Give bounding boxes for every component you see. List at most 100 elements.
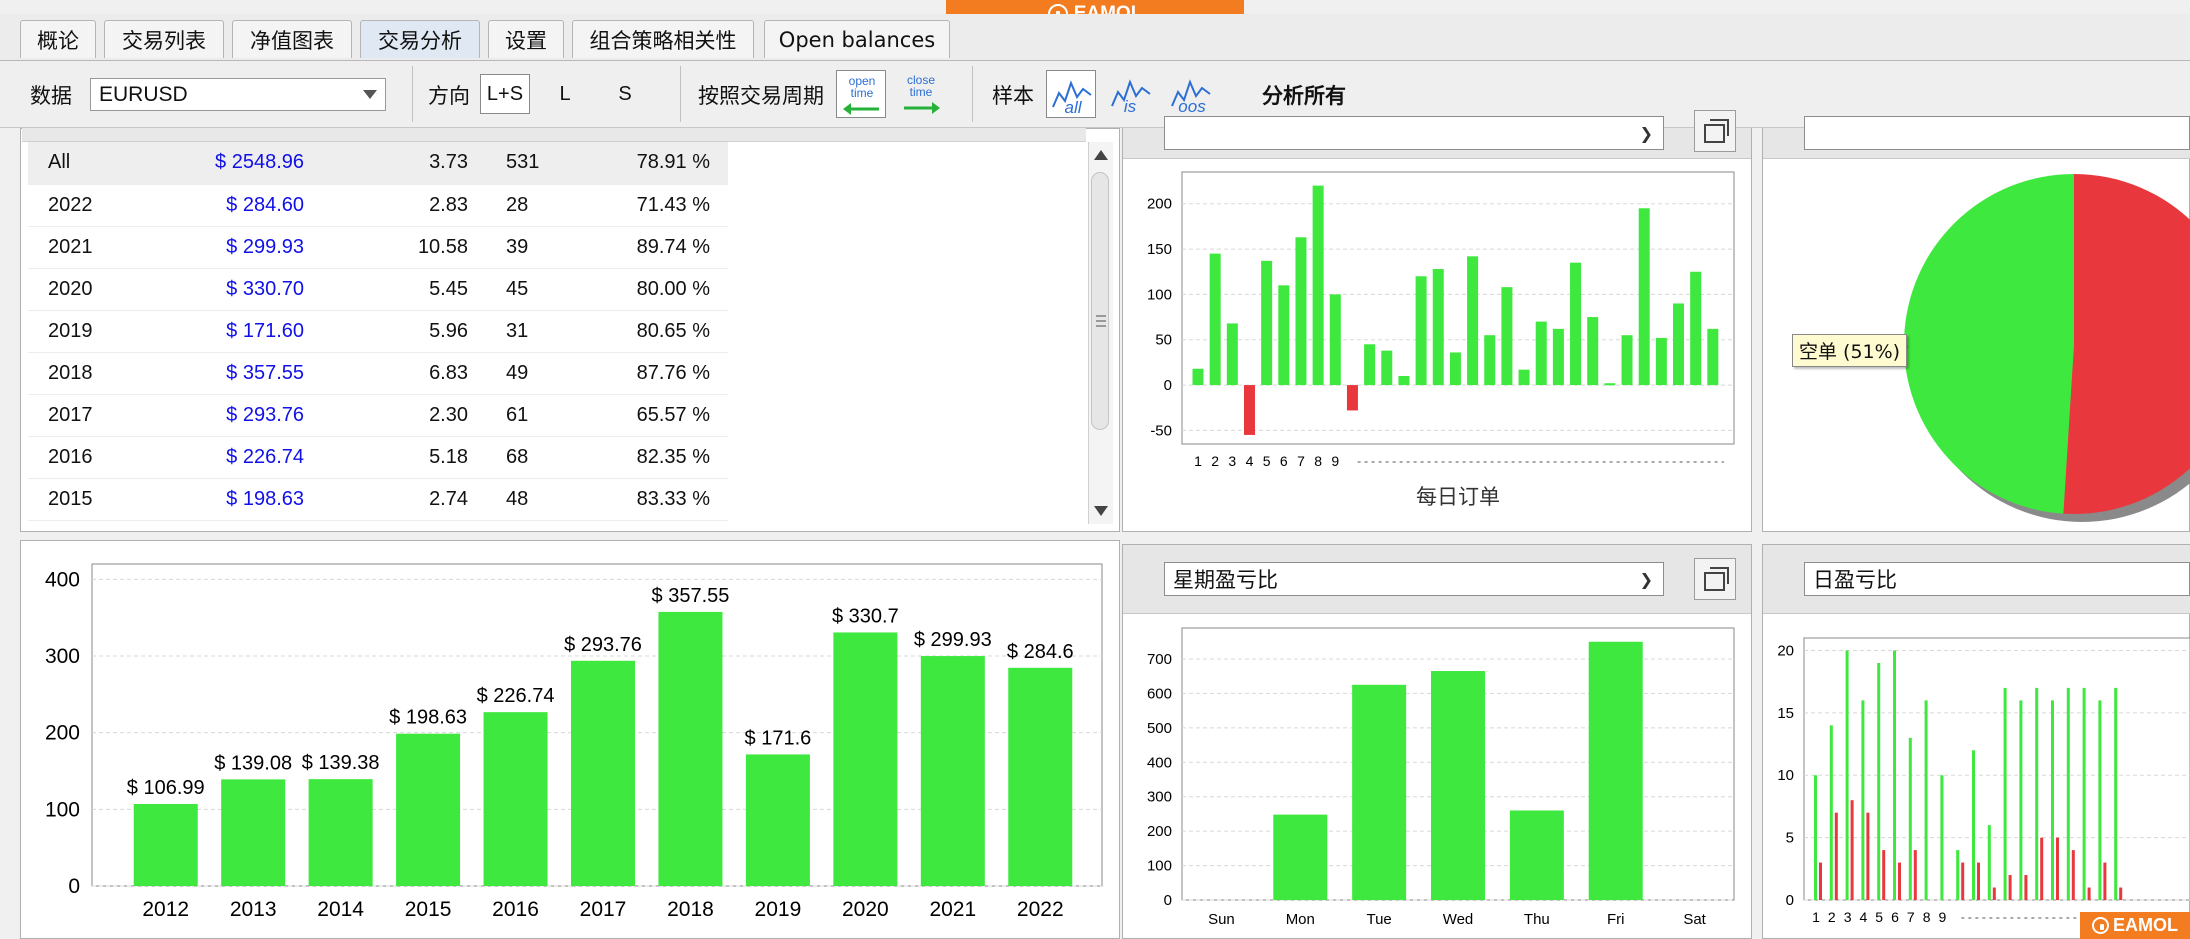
chevron-down-icon: ❯: [1639, 124, 1653, 143]
tab-open-balances[interactable]: Open balances: [764, 20, 950, 58]
table-row[interactable]: 2017 $ 293.76 2.30 61 65.57 %: [28, 394, 728, 437]
y-tick-label: 200: [1147, 196, 1172, 213]
win-bar: [1987, 825, 1991, 900]
weekday-pl-select[interactable]: 星期盈亏比 ❯: [1164, 562, 1664, 596]
loss-bar: [2087, 887, 2091, 900]
tab-trade-analysis[interactable]: 交易分析: [360, 20, 480, 58]
trades-cell: 531: [468, 142, 588, 185]
bar: [1398, 376, 1410, 386]
table-scrollbar[interactable]: [1088, 142, 1113, 524]
win-rate-cell: 83.33 %: [588, 478, 728, 521]
win-bar: [1956, 850, 1960, 900]
bar: [1707, 328, 1719, 386]
popout-window-icon[interactable]: [1694, 110, 1736, 152]
analyze-all-button[interactable]: 分析所有: [1262, 80, 1346, 110]
year-cell: All: [28, 142, 148, 185]
close-time-button[interactable]: close time: [896, 70, 946, 118]
y-tick-label: -50: [1150, 422, 1172, 439]
x-tick-label: 5: [1875, 909, 1883, 925]
x-tick-label: 7: [1297, 453, 1305, 469]
all-sample-button[interactable]: all: [1046, 70, 1096, 118]
data-label: 数据: [30, 84, 72, 108]
win-bar: [2114, 687, 2118, 900]
bar: [133, 803, 198, 886]
table-row[interactable]: All $ 2548.96 3.73 531 78.91 %: [28, 142, 728, 185]
year-cell: 2017: [28, 394, 148, 437]
direction-short-button[interactable]: S: [600, 74, 650, 114]
scroll-up-icon[interactable]: [1094, 150, 1108, 160]
scroll-down-icon[interactable]: [1094, 506, 1108, 516]
bar: [1364, 344, 1376, 386]
tab-label: 交易分析: [378, 28, 462, 53]
direction-ls-button[interactable]: L+S: [480, 74, 530, 114]
tab-overview[interactable]: 概论: [20, 20, 96, 58]
loss-bar: [2008, 875, 2012, 900]
daily-pl-select[interactable]: 日盈亏比: [1804, 562, 2190, 596]
trades-cell: 39: [468, 226, 588, 269]
loss-bar: [1819, 862, 1822, 900]
win-rate-cell: 78.91 %: [588, 142, 728, 185]
daily-orders-select[interactable]: ❯: [1164, 116, 1664, 150]
table-row[interactable]: 2015 $ 198.63 2.74 48 83.33 %: [28, 478, 728, 521]
y-tick-label: 500: [1147, 720, 1172, 737]
bar-value-label: $ 299.93: [914, 629, 992, 651]
trades-cell: 45: [468, 268, 588, 311]
loss-bar: [1866, 812, 1870, 900]
trades-cell: 48: [468, 478, 588, 521]
table-row[interactable]: 2022 $ 284.60 2.83 28 71.43 %: [28, 184, 728, 227]
brand-logo-icon: [2092, 917, 2109, 934]
table-row[interactable]: 2016 $ 226.74 5.18 68 82.35 %: [28, 436, 728, 479]
direction-long-button[interactable]: L: [540, 74, 590, 114]
year-cell: 2021: [28, 226, 148, 269]
x-tick-label: Fri: [1607, 911, 1625, 928]
bar: [1209, 253, 1221, 386]
tab-equity-chart[interactable]: 净值图表: [232, 20, 352, 58]
popout-window-icon[interactable]: [1694, 558, 1736, 600]
x-tick-label: Sun: [1208, 911, 1235, 928]
symbol-select[interactable]: EURUSD: [90, 78, 386, 111]
direction-pie-select[interactable]: [1804, 116, 2190, 150]
y-tick-label: 100: [1147, 286, 1172, 303]
bar: [1295, 237, 1307, 386]
x-tick-label: 9: [1939, 909, 1947, 925]
scroll-thumb[interactable]: [1091, 172, 1109, 430]
x-tick-label: 2020: [842, 898, 889, 921]
year-cell: 2022: [28, 184, 148, 227]
y-tick-label: 15: [1777, 705, 1794, 722]
out-of-sample-button[interactable]: oos: [1166, 70, 1216, 118]
bar: [1484, 335, 1496, 386]
x-tick-label: 3: [1844, 909, 1852, 925]
profit-factor-cell: 5.18: [318, 436, 468, 479]
bar-value-label: $ 357.55: [652, 585, 730, 607]
bar: [1509, 810, 1564, 900]
win-rate-cell: 80.00 %: [588, 268, 728, 311]
bar: [1449, 352, 1461, 386]
profit-cell: $ 171.60: [148, 310, 318, 353]
x-tick-label: Sat: [1683, 911, 1706, 928]
in-sample-button[interactable]: is: [1106, 70, 1156, 118]
profit-factor-cell: 6.83: [318, 352, 468, 395]
win-bar: [1893, 650, 1896, 900]
tab-portfolio-correlation[interactable]: 组合策略相关性: [572, 20, 754, 58]
table-row[interactable]: 2021 $ 299.93 10.58 39 89.74 %: [28, 226, 728, 269]
bar: [1690, 271, 1702, 386]
loss-bar: [2071, 850, 2075, 900]
table-header-row: [22, 128, 1086, 142]
tab-trade-list[interactable]: 交易列表: [104, 20, 224, 58]
x-tick-label: 4: [1860, 909, 1868, 925]
bar: [1570, 262, 1582, 386]
chevron-down-icon: ❯: [1639, 570, 1653, 589]
x-tick-label: 2: [1211, 453, 1219, 469]
tab-settings[interactable]: 设置: [488, 20, 564, 58]
bar: [1381, 350, 1393, 386]
table-row[interactable]: 2019 $ 171.60 5.96 31 80.65 %: [28, 310, 728, 353]
table-row[interactable]: 2020 $ 330.70 5.45 45 80.00 %: [28, 268, 728, 311]
y-tick-label: 600: [1147, 685, 1172, 702]
loss-bar: [1961, 862, 1965, 900]
tab-label: 组合策略相关性: [589, 28, 737, 53]
win-bar: [2066, 687, 2070, 900]
x-tick-label: 6: [1891, 909, 1899, 925]
table-row[interactable]: 2018 $ 357.55 6.83 49 87.76 %: [28, 352, 728, 395]
open-time-button[interactable]: open time: [836, 70, 886, 118]
y-tick-label: 5: [1786, 830, 1794, 847]
